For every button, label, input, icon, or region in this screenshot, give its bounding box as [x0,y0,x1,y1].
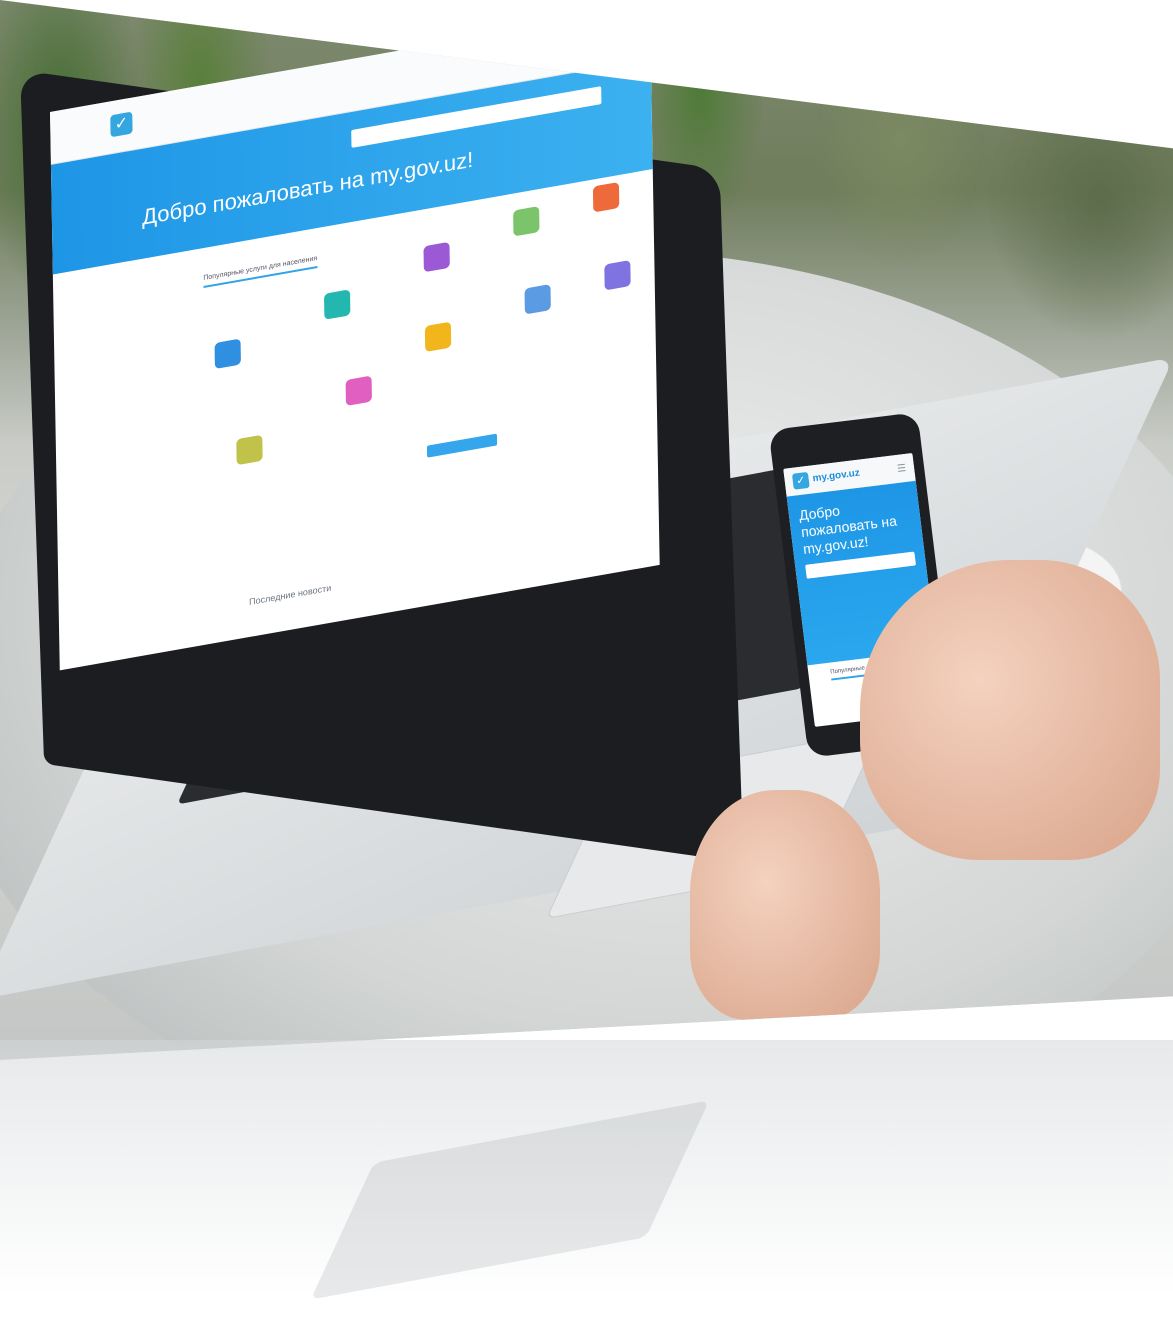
site-subtitle-placeholder [142,91,262,112]
service-icon [214,338,241,370]
tab-popular-services: Популярные услуги для населения [203,255,318,289]
photo-scene: ✓ Добро пожаловать на my.gov.uz! Популяр… [0,0,1173,1340]
service-icon [524,284,551,315]
service-icon [323,289,351,320]
laptop-screen: ✓ Добро пожаловать на my.gov.uz! Популяр… [50,6,660,671]
news-heading: Последние новости [249,582,332,608]
service-icon [513,206,540,237]
service-icon [345,375,372,407]
phone-quick-links [809,581,918,594]
checkmark-logo-icon: ✓ [791,471,810,490]
phone-brand: my.gov.uz [812,467,861,485]
checkmark-logo-icon: ✓ [110,111,133,138]
hamburger-icon: ☰ [896,462,907,475]
service-icon [423,241,450,273]
background-photo: ✓ Добро пожаловать на my.gov.uz! Популяр… [0,0,1173,1060]
right-hand [860,560,1160,860]
site-hero-title: Добро пожаловать на my.gov.uz! [141,146,474,230]
service-icon [424,321,452,353]
all-services-button [426,433,498,458]
service-icon [236,434,263,466]
service-icon [592,181,620,213]
service-icon [604,260,631,291]
phone-hero-title: Добро пожаловать на my.gov.uz! [798,502,898,557]
left-hand [690,790,880,1020]
